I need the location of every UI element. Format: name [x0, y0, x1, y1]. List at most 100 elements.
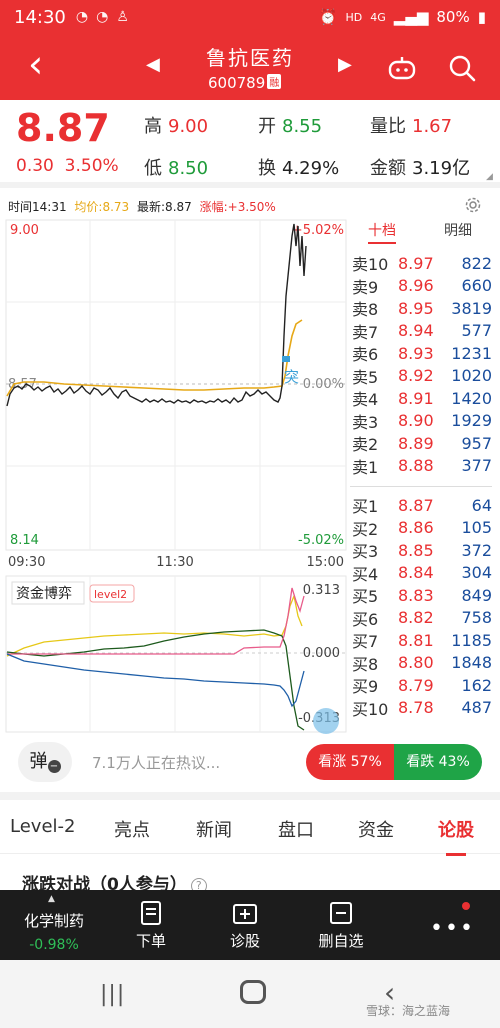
info-time: 时间14:31: [8, 200, 67, 214]
bid-volume: 64: [471, 495, 492, 515]
expand-icon[interactable]: ◢: [486, 172, 493, 182]
diagnose-button[interactable]: 诊股: [210, 900, 280, 951]
remove-fav-button[interactable]: 删自选: [306, 900, 376, 951]
change-pct: 3.50%: [64, 156, 119, 176]
ask-volume: 822: [461, 253, 492, 273]
margin-tag: 融: [267, 74, 282, 89]
bid-row: 买8 8.80 1848: [350, 652, 492, 675]
stock-code-line: 600789 融: [208, 74, 282, 92]
order-book-tabs: 十档 明细: [350, 220, 492, 244]
danmaku-label: 弹: [29, 751, 48, 772]
document-icon: [141, 901, 161, 925]
info-change: 涨幅:+3.50%: [199, 200, 276, 214]
bid-price: 8.84: [398, 563, 434, 583]
section-separator: [0, 792, 500, 800]
order-button[interactable]: 下单: [116, 900, 186, 951]
bid-row: 买1 8.87 64: [350, 494, 492, 517]
robot-icon[interactable]: [388, 56, 416, 80]
diagnose-label: 诊股: [229, 932, 260, 950]
ask-label: 卖10: [352, 255, 389, 275]
sector-index[interactable]: 化学制药 -0.98%: [14, 910, 94, 953]
danmaku-button[interactable]: 弹 −: [18, 742, 72, 782]
notification-icons: ◔ ◔ ♙: [76, 9, 129, 25]
pct-bot-label: -5.02%: [298, 533, 344, 548]
info-avg: 均价:8.73: [74, 200, 130, 214]
battery-level: 80%: [436, 8, 470, 26]
next-stock-icon[interactable]: ▶: [338, 54, 352, 75]
open-value: 8.55: [282, 116, 323, 137]
bid-label: 买10: [352, 699, 389, 719]
bearish-button[interactable]: 看跌 43%: [394, 744, 482, 780]
low-cell: 低 8.50: [144, 154, 208, 180]
turnover-label: 换: [258, 158, 276, 179]
bid-volume: 105: [461, 518, 492, 538]
bullish-button[interactable]: 看涨 57%: [306, 744, 394, 780]
quote-panel: 8.87 0.30 3.50% 高 9.00 开 8.55 量比 1.67 低 8.50…: [0, 100, 500, 188]
bid-volume: 758: [461, 608, 492, 628]
stock-name: 鲁抗医药: [206, 46, 294, 70]
ask-label: 卖9: [352, 277, 379, 297]
battery-icon: ▮: [477, 8, 486, 26]
ask-label: 卖5: [352, 367, 379, 387]
stock-code: 600789: [208, 74, 266, 92]
ask-label: 卖3: [352, 412, 379, 432]
tab-news[interactable]: 新闻: [196, 816, 232, 842]
ask-volume: 1020: [451, 366, 492, 386]
status-time: 14:30: [14, 6, 66, 28]
fund-top-label: 0.313: [303, 583, 340, 598]
ask-volume: 1420: [451, 388, 492, 408]
info-latest: 最新:8.87: [137, 200, 192, 214]
ask-label: 卖8: [352, 300, 379, 320]
float-button[interactable]: [313, 708, 339, 734]
ask-volume: 660: [461, 276, 492, 296]
bid-price: 8.85: [398, 540, 434, 560]
page-indicator: [234, 954, 264, 969]
tab-level2[interactable]: Level-2: [10, 816, 75, 837]
tab-highlights[interactable]: 亮点: [114, 816, 150, 842]
discussion-text[interactable]: 7.1万人正在热议...: [92, 752, 220, 773]
pct-mid-label: 0.00%: [303, 377, 344, 392]
turnover-value: 4.29%: [282, 158, 340, 179]
breakout-marker: 突: [284, 368, 299, 386]
bid-row: 买10 8.78 487: [350, 697, 492, 720]
amount-cell: 金额 3.19亿: [370, 154, 470, 180]
bid-price: 8.83: [398, 585, 434, 605]
tab-discussion[interactable]: 论股: [438, 816, 474, 856]
price-chart[interactable]: 9.00 8.57 8.14 +5.02% 0.00% -5.02% 突 09:…: [4, 216, 349, 736]
ask-row: 卖9 8.96 660: [350, 275, 492, 298]
current-price: 8.87: [16, 106, 110, 150]
time-start: 09:30: [8, 555, 45, 570]
bid-label: 买9: [352, 677, 379, 697]
vol-ratio-cell: 量比 1.67: [370, 112, 452, 138]
search-icon[interactable]: [448, 54, 476, 82]
user-icon: ♙: [116, 9, 129, 25]
ask-label: 卖6: [352, 345, 379, 365]
ask-price: 8.90: [398, 411, 434, 431]
home-icon[interactable]: [240, 980, 266, 1004]
gear-icon[interactable]: [464, 196, 482, 214]
order-label: 下单: [135, 932, 166, 950]
ask-label: 卖2: [352, 435, 379, 455]
bid-list: 买1 8.87 64 买2 8.86 105 买3 8.85 372 买4 8.84 304 买…: [350, 494, 492, 719]
bid-label: 买1: [352, 497, 379, 517]
bid-volume: 849: [461, 585, 492, 605]
tab-funds[interactable]: 资金: [358, 816, 394, 842]
ask-price: 8.92: [398, 366, 434, 386]
bid-volume: 304: [461, 563, 492, 583]
bid-label: 买7: [352, 632, 379, 652]
caret-up-icon[interactable]: ▲: [48, 894, 55, 904]
tab-ten-levels[interactable]: 十档: [368, 220, 396, 244]
bid-row: 买3 8.85 372: [350, 539, 492, 562]
amount-value: 3.19亿: [412, 158, 471, 179]
more-icon[interactable]: •••: [430, 916, 475, 941]
high-value: 9.00: [168, 116, 209, 137]
signal-marker: [282, 356, 290, 362]
tab-detail[interactable]: 明细: [444, 220, 472, 240]
fund-title: 资金博弈: [16, 585, 72, 602]
tab-handicap[interactable]: 盘口: [278, 816, 314, 842]
chart-info-line: 时间14:31 均价:8.73 最新:8.87 涨幅:+3.50%: [8, 198, 280, 215]
turnover-cell: 换 4.29%: [258, 154, 339, 180]
ask-row: 卖10 8.97 822: [350, 252, 492, 275]
ask-price: 8.97: [398, 253, 434, 273]
recents-icon[interactable]: |||: [100, 982, 125, 1007]
